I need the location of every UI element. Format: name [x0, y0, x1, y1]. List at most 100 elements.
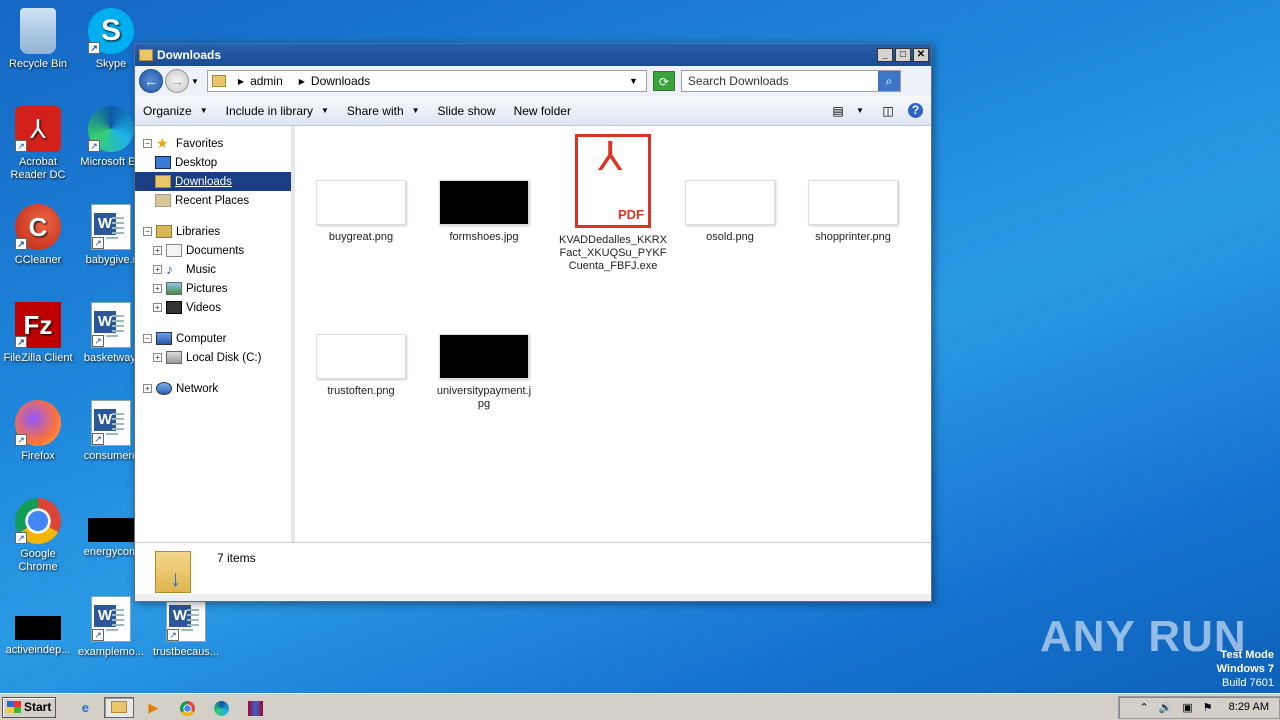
expand-icon[interactable]: +	[153, 246, 162, 255]
nav-item-computer[interactable]: − Computer	[135, 329, 291, 348]
breadcrumb-downloads[interactable]: Downloads	[311, 74, 370, 88]
recycle-bin-icon	[20, 8, 56, 54]
forward-button[interactable]: →	[165, 69, 189, 93]
desktop-icon-chrome[interactable]: ↗ Google Chrome	[0, 498, 76, 574]
file-item[interactable]: shopprinter.png	[803, 180, 903, 244]
nav-item-videos[interactable]: + Videos	[135, 298, 291, 317]
volume-icon[interactable]: 🔊	[1159, 701, 1173, 714]
new-folder-button[interactable]: New folder	[514, 104, 571, 118]
desktop-icon-activeindep[interactable]: activeindep...	[0, 596, 76, 657]
collapse-icon[interactable]: −	[143, 334, 152, 343]
nav-label: Computer	[176, 332, 227, 345]
include-in-library-button[interactable]: Include in library ▼	[226, 104, 329, 118]
collapse-icon[interactable]: −	[143, 139, 152, 148]
collapse-icon[interactable]: −	[143, 227, 152, 236]
nav-item-recent-places[interactable]: Recent Places	[135, 191, 291, 210]
firefox-icon: ↗	[15, 400, 61, 446]
minimize-button[interactable]: _	[877, 48, 893, 62]
desktop-icon-label: Google Chrome	[18, 548, 58, 573]
nav-item-music[interactable]: + ♪ Music	[135, 260, 291, 279]
file-item[interactable]: formshoes.jpg	[434, 180, 534, 244]
test-mode-notice: Test Mode Windows 7 Build 7601	[1217, 648, 1274, 690]
file-item[interactable]: trustoften.png	[311, 334, 411, 398]
desktop-icon-ccleaner[interactable]: C ↗ CCleaner	[0, 204, 76, 267]
nav-item-pictures[interactable]: + Pictures	[135, 279, 291, 298]
expand-icon[interactable]: +	[153, 284, 162, 293]
file-name: shopprinter.png	[815, 231, 891, 243]
nav-label: Downloads	[175, 175, 232, 188]
chrome-icon[interactable]	[172, 697, 202, 718]
address-field[interactable]: ▶ admin ▶ Downloads ▼	[206, 70, 647, 92]
nav-item-downloads[interactable]: Downloads	[135, 172, 291, 191]
file-item[interactable]: universitypayment.jpg	[434, 334, 534, 411]
desktop-icon-examplemo[interactable]: ↗ examplemo...	[73, 596, 149, 659]
nav-item-documents[interactable]: + Documents	[135, 241, 291, 260]
desktop-icon-filezilla[interactable]: Fz ↗ FileZilla Client	[0, 302, 76, 365]
item-count: 7 items	[217, 551, 256, 565]
taskbar: Start e ▶ ⌃ 🔊 ▣ ⚑ 8:29 AM	[0, 693, 1280, 720]
file-item[interactable]: ⅄ PDF KVADDedalles_KKRXFact_XKUQSu_PYKFC…	[557, 134, 669, 273]
nav-label: Network	[176, 382, 219, 395]
preview-pane-icon[interactable]: ◫	[880, 104, 896, 118]
chevron-right-icon[interactable]: ▶	[238, 77, 244, 86]
nav-item-local-disk[interactable]: + Local Disk (C:)	[135, 348, 291, 367]
word-document-icon: ↗	[91, 400, 131, 446]
show-hidden-icons-icon[interactable]: ⌃	[1139, 701, 1148, 714]
nav-label: Music	[186, 263, 217, 276]
change-view-icon[interactable]: ▤	[830, 104, 846, 118]
close-button[interactable]: ✕	[913, 48, 929, 62]
address-dropdown-icon[interactable]: ▼	[629, 76, 638, 86]
ccleaner-icon: C ↗	[15, 204, 61, 250]
file-item[interactable]: buygreat.png	[311, 180, 411, 244]
nav-item-desktop[interactable]: Desktop	[135, 153, 291, 172]
share-with-button[interactable]: Share with ▼	[347, 104, 420, 118]
desktop-icon-recycle-bin[interactable]: Recycle Bin	[0, 8, 76, 71]
nav-item-favorites[interactable]: − ★ Favorites	[135, 134, 291, 153]
expand-icon[interactable]: +	[153, 353, 162, 362]
media-player-icon[interactable]: ▶	[138, 697, 168, 718]
search-placeholder: Search Downloads	[687, 74, 789, 88]
edge-icon[interactable]	[206, 697, 236, 718]
desktop-icon-acrobat[interactable]: ⅄ ↗ Acrobat Reader DC	[0, 106, 76, 182]
action-center-flag-icon[interactable]: ⚑	[1203, 701, 1213, 714]
file-item[interactable]: osold.png	[680, 180, 780, 244]
desktop-icon-label: Firefox	[21, 450, 55, 462]
recent-pages-dropdown-icon[interactable]: ▼	[191, 77, 199, 86]
pdf-icon: ⅄ PDF	[575, 134, 651, 228]
help-icon[interactable]: ?	[908, 103, 923, 118]
file-name: trustoften.png	[327, 385, 395, 397]
start-button[interactable]: Start	[2, 696, 57, 718]
desktop-icon-trustbecaus[interactable]: ↗ trustbecaus...	[148, 596, 224, 659]
back-button[interactable]: ←	[139, 69, 163, 93]
test-mode-line: Test Mode	[1220, 649, 1274, 661]
slide-show-button[interactable]: Slide show	[438, 104, 496, 118]
internet-explorer-icon[interactable]: e	[70, 697, 100, 718]
network-icon[interactable]: ▣	[1182, 701, 1192, 714]
refresh-button[interactable]: ⟳	[652, 71, 675, 91]
breadcrumb-admin[interactable]: admin	[250, 74, 283, 88]
expand-icon[interactable]: +	[143, 384, 152, 393]
chevron-right-icon[interactable]: ▶	[299, 77, 305, 86]
explorer-taskbar-icon[interactable]	[104, 696, 135, 718]
nav-item-libraries[interactable]: − Libraries	[135, 222, 291, 241]
file-name: buygreat.png	[328, 231, 394, 243]
chevron-down-icon[interactable]: ▼	[852, 104, 868, 118]
command-bar: Organize ▼ Include in library ▼ Share with…	[135, 96, 931, 126]
share-with-label: Share with	[346, 103, 404, 118]
winrar-icon[interactable]	[240, 697, 270, 718]
clock[interactable]: 8:29 AM	[1229, 701, 1269, 713]
expand-icon[interactable]: +	[153, 303, 162, 312]
image-thumbnail	[316, 334, 406, 379]
nav-item-network[interactable]: + Network	[135, 379, 291, 398]
search-icon[interactable]: ⌕	[877, 71, 900, 91]
file-name: formshoes.jpg	[449, 231, 519, 243]
pictures-icon	[166, 282, 182, 295]
title-bar[interactable]: Downloads _ □ ✕	[135, 44, 931, 66]
organize-button[interactable]: Organize ▼	[143, 104, 208, 118]
desktop-icon-firefox[interactable]: ↗ Firefox	[0, 400, 76, 463]
expand-icon[interactable]: +	[153, 265, 162, 274]
search-input[interactable]: Search Downloads ⌕	[680, 70, 901, 92]
image-thumbnail-icon	[88, 518, 134, 542]
nav-label: Desktop	[175, 156, 218, 169]
maximize-button[interactable]: □	[895, 48, 911, 62]
